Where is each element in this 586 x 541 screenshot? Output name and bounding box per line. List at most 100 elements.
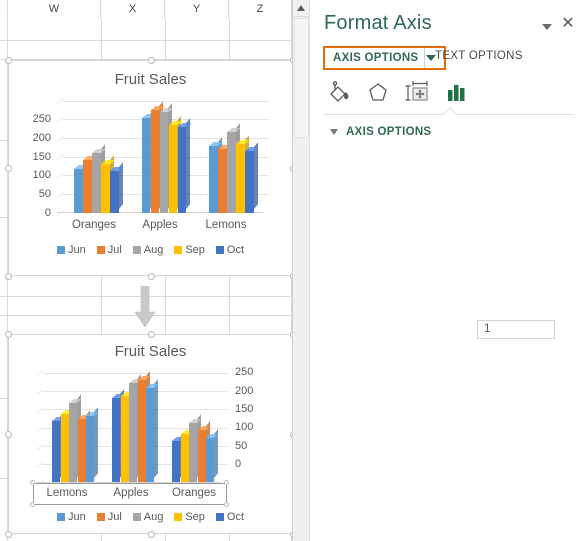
chart1-resize-handle[interactable] xyxy=(5,165,12,172)
chart1-resize-handle[interactable] xyxy=(148,273,155,280)
vertical-scrollbar[interactable] xyxy=(292,0,309,541)
chart1-floor-edge xyxy=(56,173,64,179)
cat-axis-handle[interactable] xyxy=(30,502,35,507)
pane-tab-bar: AXIS OPTIONS TEXT OPTIONS xyxy=(310,46,586,72)
column-header-w[interactable]: W xyxy=(8,0,101,18)
chart1-legend-item-sep[interactable]: Sep xyxy=(174,244,205,256)
chart1-y-tick: 0 xyxy=(44,207,51,219)
legend-label: Sep xyxy=(185,244,205,256)
section-axis-options-label: AXIS OPTIONS xyxy=(346,126,432,138)
bar-jul-apples xyxy=(137,371,151,482)
chart1-legend-item-aug[interactable]: Aug xyxy=(132,244,163,256)
scrollbar-thumb[interactable] xyxy=(294,18,309,138)
bar-face xyxy=(69,402,77,482)
column-header-spacer xyxy=(0,0,8,18)
bar-jul-oranges xyxy=(83,150,97,213)
tab-axis-options[interactable]: AXIS OPTIONS xyxy=(323,46,447,70)
chart2-floor-edge xyxy=(36,407,44,413)
chart1-floor-edge xyxy=(56,192,64,198)
legend-swatch-oct xyxy=(215,246,224,254)
chart2-resize-handle[interactable] xyxy=(5,531,12,538)
cat-axis-handle[interactable] xyxy=(224,502,229,507)
legend-label: Sep xyxy=(185,511,205,523)
axis-options-chart-icon[interactable] xyxy=(441,78,471,108)
bar-face xyxy=(197,429,206,482)
legend-swatch-sep xyxy=(174,246,183,254)
chart2-plot-area xyxy=(36,370,227,486)
bar-face xyxy=(101,164,110,213)
chart1-category-label: Lemons xyxy=(205,219,247,231)
chart2-legend-item-aug[interactable]: Aug xyxy=(132,511,164,523)
close-icon[interactable]: ✕ xyxy=(560,16,576,32)
bar-face xyxy=(150,109,160,213)
bar-face xyxy=(110,170,119,213)
legend-swatch-jul xyxy=(96,513,105,521)
bar-jun-apples xyxy=(141,108,156,213)
chart1-resize-handle[interactable] xyxy=(148,57,155,64)
bar-aug-apples xyxy=(129,373,142,482)
category-number-input[interactable]: 1 xyxy=(477,320,555,339)
legend-label: Aug xyxy=(143,511,164,523)
effects-icon[interactable] xyxy=(363,78,393,108)
chart1-plot-area xyxy=(56,98,269,216)
tab-divider xyxy=(424,48,425,68)
chart2-y-tick: 250 xyxy=(235,366,254,378)
bar-face xyxy=(227,132,236,213)
arrow-up-icon xyxy=(297,5,305,11)
chart1-resize-handle[interactable] xyxy=(5,57,12,64)
bar-aug-lemons xyxy=(227,123,241,213)
legend-swatch-aug xyxy=(132,513,141,521)
chart2-resize-handle[interactable] xyxy=(5,331,12,338)
scroll-up-button[interactable] xyxy=(293,0,309,17)
chart2-resize-handle[interactable] xyxy=(5,431,12,438)
chart-reversed[interactable]: Fruit Sales 250 200 150 100 50 0 Lemons … xyxy=(5,331,297,538)
bar-face xyxy=(112,397,120,482)
column-header-y[interactable]: Y xyxy=(165,0,229,18)
bar-side xyxy=(186,118,191,209)
bar-face xyxy=(168,125,178,213)
chart2-resize-handle[interactable] xyxy=(148,331,155,338)
bar-face xyxy=(172,440,180,482)
bar-face xyxy=(180,434,189,482)
chart2-y-tick: 200 xyxy=(235,385,254,397)
chart2-legend-item-sep[interactable]: Sep xyxy=(174,511,205,523)
bar-jun-lemons xyxy=(209,136,223,213)
chart2-category-label: Lemons xyxy=(46,487,88,499)
chart1-floor-edge xyxy=(56,136,64,142)
chart1-legend-item-jun[interactable]: Jun xyxy=(56,244,86,256)
bar-sep-apples xyxy=(168,116,183,213)
bar-oct-oranges xyxy=(110,162,124,213)
chart2-resize-handle[interactable] xyxy=(148,531,155,538)
bar-face xyxy=(83,159,92,213)
bar-side xyxy=(253,142,258,209)
chart1-category-label: Oranges xyxy=(71,219,117,231)
fill-icon[interactable] xyxy=(324,78,354,108)
section-axis-options[interactable]: AXIS OPTIONS xyxy=(330,126,431,138)
chart2-legend-item-oct[interactable]: Oct xyxy=(215,511,244,523)
chart1-gridline xyxy=(63,101,269,102)
chart1-resize-handle[interactable] xyxy=(5,273,12,280)
tab-axis-options-label: AXIS OPTIONS xyxy=(333,52,419,64)
legend-label: Oct xyxy=(226,244,245,256)
bar-face xyxy=(129,382,137,482)
size-properties-icon[interactable] xyxy=(402,78,432,108)
spreadsheet-grid[interactable]: W X Y Z Fruit Sales 250 200 150 100 50 0… xyxy=(0,0,309,541)
chevron-down-icon[interactable] xyxy=(542,24,552,30)
chart2-legend-item-jun[interactable]: Jun xyxy=(56,511,86,523)
bar-oct-lemons xyxy=(245,142,259,213)
cat-axis-handle[interactable] xyxy=(30,480,35,485)
column-header-x[interactable]: X xyxy=(101,0,165,18)
bar-face xyxy=(52,420,60,482)
chart2-gridline xyxy=(43,373,227,374)
chart2-legend-item-jul[interactable]: Jul xyxy=(96,511,122,523)
chart1-floor-edge xyxy=(56,117,64,123)
chart1-legend-item-oct[interactable]: Oct xyxy=(215,244,245,256)
cat-axis-handle[interactable] xyxy=(224,480,229,485)
bar-face xyxy=(189,423,197,482)
tab-text-options[interactable]: TEXT OPTIONS xyxy=(435,50,523,62)
triangle-down-icon xyxy=(330,129,338,135)
chart1-legend-item-jul[interactable]: Jul xyxy=(96,244,122,256)
chart-original[interactable]: Fruit Sales 250 200 150 100 50 0 Oranges… xyxy=(5,57,297,280)
column-header-z[interactable]: Z xyxy=(229,0,292,18)
pane-title: Format Axis xyxy=(324,12,432,34)
